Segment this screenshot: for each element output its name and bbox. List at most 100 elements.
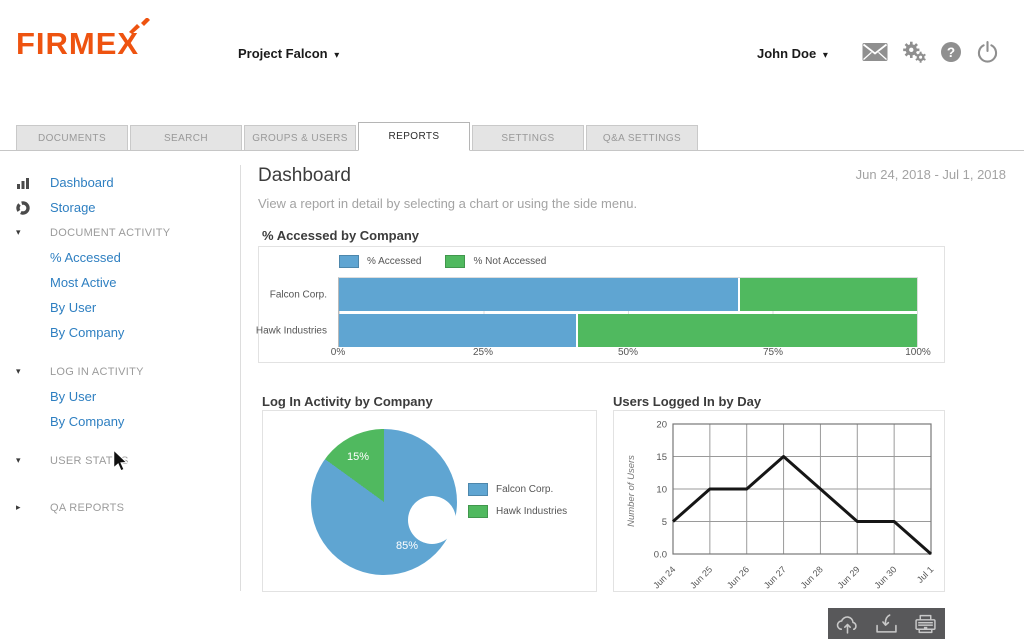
sidebar-item-label: By Company xyxy=(50,325,124,340)
export-download-icon[interactable] xyxy=(873,613,900,635)
sidebar-item-percent-accessed[interactable]: % Accessed xyxy=(16,245,224,270)
login-activity-chart[interactable]: 15% 85% Falcon Corp. Hawk Industries xyxy=(262,410,597,592)
sidebar-section-label: LOG IN ACTIVITY xyxy=(50,366,144,378)
sidebar-section-qa-reports[interactable]: ▸ QA REPORTS xyxy=(16,495,224,520)
donut-hole xyxy=(408,496,456,544)
svg-text:Number of Users: Number of Users xyxy=(626,455,637,527)
svg-text:Jun 29: Jun 29 xyxy=(836,564,862,590)
bar-category-label: Falcon Corp. xyxy=(254,289,333,300)
legend-swatch-falcon xyxy=(468,483,488,496)
power-icon[interactable] xyxy=(976,40,999,64)
sidebar-item-storage[interactable]: Storage xyxy=(16,195,224,220)
sidebar-item-most-active[interactable]: Most Active xyxy=(16,270,224,295)
sidebar-item-login-by-user[interactable]: By User xyxy=(16,384,224,409)
svg-text:Jun 24: Jun 24 xyxy=(651,564,677,590)
svg-text:10: 10 xyxy=(656,485,667,496)
users-logged-in-chart[interactable]: 0.0 5 10 15 20 Jun 24 Jun 25 Jun 26 Jun 27 Jun 28… xyxy=(613,410,945,592)
bar-segment[interactable] xyxy=(576,314,917,347)
sidebar-section-label: DOCUMENT ACTIVITY xyxy=(50,227,170,239)
sidebar-item-label: Dashboard xyxy=(50,175,114,190)
help-icon[interactable]: ? xyxy=(940,40,962,64)
export-toolbar xyxy=(828,608,945,639)
bar-chart-icon xyxy=(16,177,50,189)
logo-spark-icon xyxy=(125,18,151,36)
user-menu-label: John Doe xyxy=(757,46,816,61)
sidebar-item-doc-by-user[interactable]: By User xyxy=(16,295,224,320)
bar-row: Falcon Corp. xyxy=(339,278,917,311)
sidebar-item-doc-by-company[interactable]: By Company xyxy=(16,320,224,345)
bar-plot-area: Falcon Corp.Hawk Industries xyxy=(338,277,918,347)
main-tab-bar: DOCUMENTS SEARCH GROUPS & USERS REPORTS … xyxy=(0,125,1024,151)
tab-documents[interactable]: DOCUMENTS xyxy=(16,125,128,150)
svg-text:5: 5 xyxy=(662,517,667,528)
chevron-down-icon: ▾ xyxy=(16,366,50,377)
storage-donut-icon xyxy=(16,201,50,215)
sidebar-item-label: Storage xyxy=(50,200,96,215)
bar-segment[interactable] xyxy=(738,278,917,311)
user-menu[interactable]: John Doe ▾ xyxy=(757,46,828,61)
chevron-down-icon: ▾ xyxy=(16,227,50,238)
line-chart-title: Users Logged In by Day xyxy=(613,394,761,409)
tab-qa-settings[interactable]: Q&A SETTINGS xyxy=(586,125,698,150)
svg-text:Jun 25: Jun 25 xyxy=(688,564,714,590)
tab-search[interactable]: SEARCH xyxy=(130,125,242,150)
sidebar-item-label: By User xyxy=(50,389,96,404)
mail-icon[interactable] xyxy=(862,40,888,64)
bar-chart-legend: % Accessed% Not Accessed xyxy=(339,255,570,268)
chevron-down-icon: ▾ xyxy=(823,50,828,61)
svg-text:Jun 26: Jun 26 xyxy=(725,564,751,590)
chevron-down-icon: ▾ xyxy=(334,50,339,61)
page-subtitle: View a report in detail by selecting a c… xyxy=(258,196,637,211)
report-date-range: Jun 24, 2018 - Jul 1, 2018 xyxy=(856,167,1006,182)
bar-chart-title: % Accessed by Company xyxy=(262,228,419,243)
sidebar-item-label: Most Active xyxy=(50,275,116,290)
bar-x-axis: 0%25%50%75%100% xyxy=(338,347,918,360)
sidebar-section-document-activity[interactable]: ▾ DOCUMENT ACTIVITY xyxy=(16,220,224,245)
legend-label: Hawk Industries xyxy=(496,506,567,517)
settings-gears-icon[interactable] xyxy=(901,40,927,64)
project-selector[interactable]: Project Falcon ▾ xyxy=(238,46,339,61)
tab-groups-users[interactable]: GROUPS & USERS xyxy=(244,125,356,150)
svg-text:Jun 27: Jun 27 xyxy=(762,564,788,590)
page-title: Dashboard xyxy=(258,165,351,187)
svg-text:0.0: 0.0 xyxy=(654,550,667,561)
tab-settings[interactable]: SETTINGS xyxy=(472,125,584,150)
sidebar-item-label: By Company xyxy=(50,414,124,429)
legend-label: Falcon Corp. xyxy=(496,484,553,495)
sidebar-section-label: QA REPORTS xyxy=(50,502,124,514)
svg-text:?: ? xyxy=(947,45,955,60)
svg-text:Jun 28: Jun 28 xyxy=(799,564,825,590)
donut-chart-title: Log In Activity by Company xyxy=(262,394,433,409)
accessed-by-company-chart[interactable]: % Accessed% Not Accessed Falcon Corp.Haw… xyxy=(258,246,945,363)
legend-swatch xyxy=(445,255,465,268)
bar-segment[interactable] xyxy=(339,278,738,311)
sidebar-item-login-by-company[interactable]: By Company xyxy=(16,409,224,434)
x-tick-label: 75% xyxy=(763,347,783,358)
chevron-down-icon: ▾ xyxy=(16,455,50,466)
svg-text:15: 15 xyxy=(656,452,667,463)
chevron-right-icon: ▸ xyxy=(16,502,50,513)
tab-reports[interactable]: REPORTS xyxy=(358,122,470,151)
x-tick-label: 50% xyxy=(618,347,638,358)
firmex-reports-dashboard: { "header": { "logo_text": "FIRMEX", "pr… xyxy=(0,0,1024,639)
slice-label-hawk: 15% xyxy=(347,451,369,463)
project-selector-label: Project Falcon xyxy=(238,46,328,61)
sidebar-item-label: By User xyxy=(50,300,96,315)
bar-row: Hawk Industries xyxy=(339,314,917,347)
svg-text:20: 20 xyxy=(656,420,667,431)
firmex-logo: FIRMEX xyxy=(16,26,139,62)
x-tick-label: 0% xyxy=(331,347,345,358)
legend-label: % Not Accessed xyxy=(473,256,546,267)
print-icon[interactable] xyxy=(912,613,939,635)
sidebar-divider xyxy=(240,165,241,591)
sidebar-item-label: % Accessed xyxy=(50,250,121,265)
legend-swatch xyxy=(339,255,359,268)
sidebar-section-login-activity[interactable]: ▾ LOG IN ACTIVITY xyxy=(16,359,224,384)
sidebar-item-dashboard[interactable]: Dashboard xyxy=(16,170,224,195)
bar-segment[interactable] xyxy=(339,314,576,347)
cloud-upload-icon[interactable] xyxy=(834,613,861,635)
donut-legend: Falcon Corp. Hawk Industries xyxy=(468,483,567,527)
slice-label-falcon: 85% xyxy=(396,540,418,552)
donut-chart xyxy=(311,429,457,575)
bar-category-label: Hawk Industries xyxy=(254,325,333,336)
